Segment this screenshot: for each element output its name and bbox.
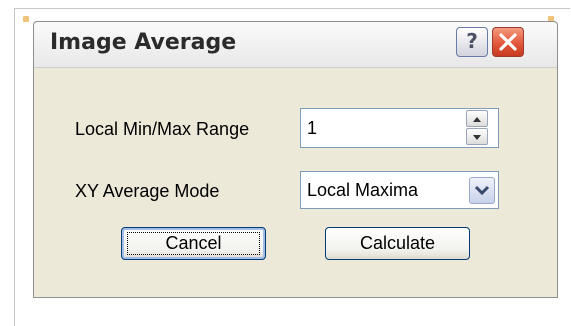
mode-select[interactable]: Local Maxima: [300, 171, 499, 209]
calculate-button-label: Calculate: [359, 233, 436, 253]
arrow-up-icon: [473, 117, 481, 122]
image-average-dialog: Image Average ? Local Min/Max Range 1 XY…: [33, 21, 558, 298]
range-input[interactable]: 1: [300, 108, 499, 148]
spin-down-button[interactable]: [466, 128, 488, 145]
range-label: Local Min/Max Range: [75, 119, 250, 139]
mode-label: XY Average Mode: [75, 181, 220, 201]
mode-value: Local Maxima: [307, 180, 419, 200]
range-spinner[interactable]: [466, 110, 488, 146]
calculate-button[interactable]: Calculate: [325, 227, 470, 260]
mode-dropdown-button[interactable]: [469, 177, 495, 204]
close-icon: [499, 33, 517, 51]
close-button[interactable]: [492, 27, 524, 57]
arrow-down-icon: [473, 135, 481, 140]
help-icon: ?: [466, 29, 478, 53]
chevron-down-icon: [474, 185, 490, 196]
cancel-button-label: Cancel: [165, 233, 222, 253]
decoration-corner: [23, 16, 29, 22]
spin-up-button[interactable]: [466, 110, 488, 127]
dialog-body: Local Min/Max Range 1 XY Average Mode Lo…: [34, 68, 557, 298]
dialog-title: Image Average: [50, 30, 237, 55]
range-value: 1: [307, 118, 318, 138]
title-bar[interactable]: Image Average ?: [34, 22, 557, 68]
help-button[interactable]: ?: [456, 27, 488, 57]
cancel-button[interactable]: Cancel: [121, 227, 266, 260]
